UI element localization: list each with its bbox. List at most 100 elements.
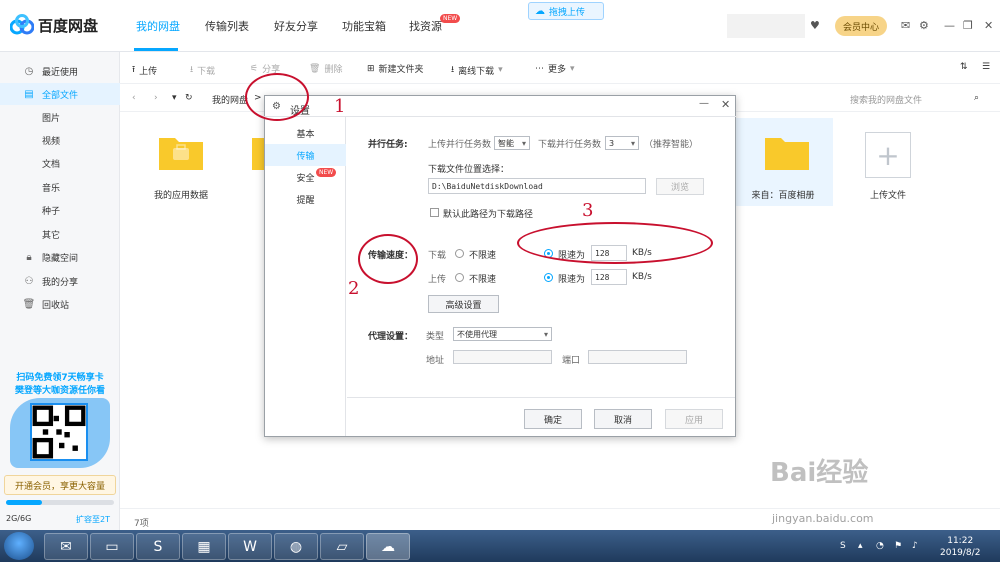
upload-limit-label: 限速为 [558, 275, 586, 285]
drag-upload-button[interactable]: ☁ 拖拽上传 [528, 2, 604, 20]
tab-friend-share[interactable]: 好友分享 [274, 18, 318, 34]
delete-button[interactable]: 🗑︎ 删除 [309, 62, 343, 76]
expand-storage-link[interactable]: 扩容至2T [76, 514, 110, 525]
sidebar-item-videos[interactable]: 视频 [0, 129, 120, 151]
download-unlimited-radio[interactable] [455, 249, 464, 258]
promo-text[interactable]: 扫码免费领7天畅享卡 樊登等大咖资源任你看 [8, 372, 112, 398]
upload-parallel-select[interactable]: 智能 [494, 136, 530, 150]
dialog-nav-basic[interactable]: 基本 [265, 122, 346, 144]
download-speed-label: 下载 [428, 251, 447, 261]
upload-speed-label: 上传 [428, 275, 447, 285]
new-folder-button[interactable]: ⊞ 新建文件夹 [367, 62, 424, 76]
new-badge: NEW [316, 168, 337, 177]
advanced-settings-button[interactable]: 高级设置 [428, 295, 499, 313]
minimize-icon[interactable]: — [944, 19, 955, 32]
apply-button[interactable]: 应用 [665, 409, 723, 429]
breadcrumb[interactable]: 我的网盘 [212, 93, 248, 106]
tab-transfer-list[interactable]: 传输列表 [205, 18, 249, 34]
start-button[interactable] [4, 532, 34, 560]
refresh-icon[interactable]: ↻ [185, 93, 193, 103]
delete-label: 删除 [324, 65, 343, 75]
baidu-netdisk-logo-icon [10, 14, 34, 35]
taskbar-app-folder-icon[interactable]: ▭ [90, 533, 134, 560]
folder-icon[interactable] [159, 134, 203, 170]
sidebar-item-recent[interactable]: ◷ 最近使用 [0, 60, 120, 82]
upload-file-tile[interactable]: + [865, 132, 911, 178]
upload-unlimited-radio[interactable] [455, 273, 464, 282]
tray-flag-icon[interactable]: ⚑ [894, 541, 902, 551]
sidebar-item-torrents[interactable]: 种子 [0, 199, 120, 221]
search-icon[interactable]: ⌕ [974, 93, 979, 103]
tray-arrow-icon[interactable]: ▴ [858, 541, 863, 551]
taskbar-app-mail-icon[interactable]: ✉ [44, 533, 88, 560]
sidebar-item-other[interactable]: 其它 [0, 223, 120, 245]
more-label: 更多 [548, 65, 567, 75]
sort-icon[interactable]: ⇅ [960, 62, 968, 72]
ok-button[interactable]: 确定 [524, 409, 582, 429]
offline-download-button[interactable]: ⭳ 离线下载 ▾ [451, 62, 503, 78]
list-view-icon[interactable]: ☰ [982, 62, 990, 72]
file-name[interactable]: 我的应用数据 [126, 188, 236, 201]
download-label: 下载 [197, 66, 216, 77]
sidebar-item-hidden-space[interactable]: 🔒︎ 隐藏空间 [0, 246, 120, 268]
download-button[interactable]: ⭳ 下载 [190, 62, 215, 78]
default-path-checkbox[interactable] [430, 208, 439, 217]
search-input[interactable]: 搜索我的网盘文件 [850, 93, 922, 106]
upload-unit: KB/s [632, 272, 652, 282]
taskbar-app-wechat-icon[interactable]: ◍ [274, 533, 318, 560]
cloud-icon: ☁ [535, 5, 545, 17]
chevron-down-icon: ▾ [570, 63, 575, 74]
sidebar-item-recycle-bin[interactable]: 🗑︎ 回收站 [0, 293, 120, 315]
taskbar-app-notebook-icon[interactable]: ▱ [320, 533, 364, 560]
upload-limit-radio[interactable] [544, 273, 553, 282]
gear-icon[interactable]: ⚙ [919, 19, 929, 32]
forward-icon[interactable]: › [154, 93, 158, 103]
proxy-type-select[interactable]: 不使用代理 [453, 327, 552, 341]
dialog-nav-reminder[interactable]: 提醒 [265, 188, 346, 210]
upload-parallel-label: 上传并行任务数 [428, 140, 492, 150]
open-vip-button[interactable]: 开通会员，享更大容量 [4, 475, 116, 495]
minimize-icon[interactable]: — [699, 98, 709, 109]
upload-button[interactable]: ⭱ 上传 [132, 62, 157, 78]
vip-center-button[interactable]: 会员中心 [835, 16, 887, 36]
taskbar-clock[interactable]: 11:22 2019/8/2 [940, 535, 980, 559]
close-icon[interactable]: ✕ [721, 98, 730, 111]
download-path-field[interactable]: D:\BaiduNetdiskDownload [428, 178, 646, 194]
sidebar-item-images[interactable]: 图片 [0, 106, 120, 128]
tab-toolbox[interactable]: 功能宝箱 [342, 18, 386, 34]
file-name[interactable]: 上传文件 [833, 188, 943, 201]
upload-label: 上传 [139, 66, 158, 77]
taskbar-app-photo-icon[interactable]: ▦ [182, 533, 226, 560]
sidebar-item-music[interactable]: 音乐 [0, 176, 120, 198]
close-icon[interactable]: ✕ [984, 19, 993, 32]
cancel-button[interactable]: 取消 [594, 409, 652, 429]
folder-icon[interactable] [765, 134, 809, 170]
upload-limit-field[interactable]: 128 [591, 269, 627, 285]
tray-volume-icon[interactable]: ♪ [912, 541, 918, 551]
restore-icon[interactable]: ❐ [963, 19, 973, 32]
back-icon[interactable]: ‹ [132, 93, 136, 103]
taskbar-app-word-icon[interactable]: W [228, 533, 272, 560]
proxy-port-field[interactable] [588, 350, 687, 364]
sidebar-item-all-files[interactable]: ▤ 全部文件 [0, 83, 120, 105]
tab-my-netdisk[interactable]: 我的网盘 [136, 18, 180, 34]
dialog-nav-transfer[interactable]: 传输 [265, 144, 346, 166]
tab-find-resources[interactable]: 找资源 [409, 18, 442, 34]
proxy-address-field[interactable] [453, 350, 552, 364]
drag-upload-label: 拖拽上传 [549, 7, 586, 18]
mail-icon[interactable]: ✉ [901, 19, 910, 32]
browse-button[interactable]: 浏览 [656, 178, 704, 195]
tray-input-icon[interactable]: S [840, 541, 846, 551]
history-dropdown-icon[interactable]: ▾ [172, 93, 177, 103]
sidebar-item-docs[interactable]: 文档 [0, 152, 120, 174]
user-name-box[interactable] [727, 14, 805, 38]
sidebar-item-my-share[interactable]: ⚇ 我的分享 [0, 270, 120, 292]
folder-icon[interactable] [252, 134, 264, 170]
download-parallel-select[interactable]: 3 [605, 136, 639, 150]
more-button[interactable]: ⋯ 更多 ▾ [535, 62, 575, 76]
file-name[interactable]: 来自：百度相册 [728, 188, 838, 201]
taskbar-app-netdisk-icon[interactable]: ☁ [366, 533, 410, 560]
taskbar-app-browser-icon[interactable]: S [136, 533, 180, 560]
qr-code[interactable] [30, 403, 88, 461]
tray-network-icon[interactable]: ◔ [876, 541, 884, 551]
